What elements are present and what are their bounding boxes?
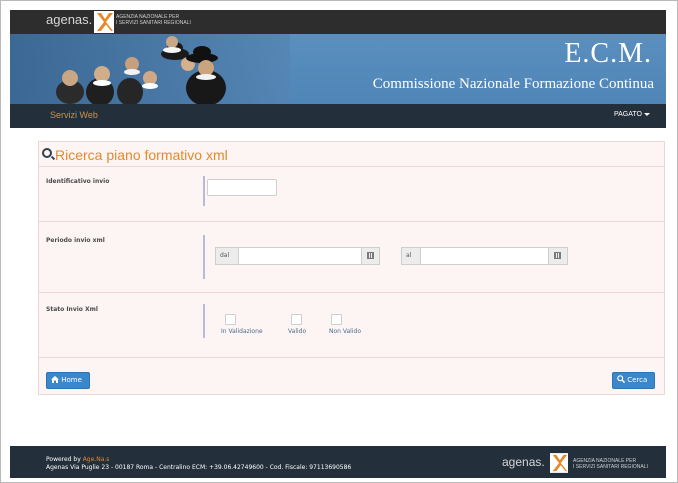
user-menu-dropdown[interactable]: PAGATO xyxy=(614,111,650,118)
user-menu-label: PAGATO xyxy=(613,111,642,118)
agenas-x-logo-icon xyxy=(550,453,568,473)
agenas-logo: agenas. xyxy=(46,12,93,27)
checkbox-non-valido[interactable] xyxy=(331,314,342,325)
row-divider xyxy=(203,176,205,206)
home-icon xyxy=(51,376,59,383)
row-stato: Stato Invio Xml In Validazione Valido No… xyxy=(39,294,664,358)
ecm-banner: E.C.M. Commissione Nazionale Formazione … xyxy=(10,34,666,104)
footer-agenas-subtitle: AGENZIA NAZIONALE PER I SERVIZI SANITARI… xyxy=(573,458,648,470)
calendar-icon xyxy=(554,252,561,259)
panel-title: Ricerca piano formativo xml xyxy=(55,147,228,163)
agenas-link[interactable]: Age.Na.s xyxy=(83,456,110,463)
footer-sub-line2: I SERVIZI SANITARI REGIONALI xyxy=(573,464,648,470)
dal-date-input[interactable] xyxy=(238,247,362,265)
agenas-x-logo-icon xyxy=(94,11,114,33)
panel-heading: Ricerca piano formativo xml xyxy=(39,142,664,167)
al-addon: al xyxy=(401,247,421,265)
painting-figures-icon xyxy=(56,36,226,104)
banner-painting-image xyxy=(10,34,290,104)
top-navbar: Servizi Web PAGATO xyxy=(10,104,666,128)
cerca-button-label: Cerca xyxy=(627,376,648,384)
home-button-label: Home xyxy=(61,376,82,384)
identificativo-input[interactable] xyxy=(207,179,277,196)
cerca-button[interactable]: Cerca xyxy=(612,372,655,389)
nav-brand-servizi-web[interactable]: Servizi Web xyxy=(50,110,98,120)
identificativo-label: Identificativo invio xyxy=(46,178,110,185)
banner-title: E.C.M. xyxy=(564,38,652,69)
row-divider xyxy=(203,235,205,279)
footer-powered-by: Powered by Age.Na.s xyxy=(46,456,109,463)
banner-subtitle: Commissione Nazionale Formazione Continu… xyxy=(372,76,654,92)
search-icon xyxy=(617,375,626,384)
periodo-label: Periodo invio xml xyxy=(46,237,105,244)
caret-down-icon xyxy=(644,112,650,116)
agenas-subtitle: AGENZIA NAZIONALE PER I SERVIZI SANITARI… xyxy=(116,14,191,26)
in-validazione-label: In Validazione xyxy=(221,328,263,335)
calendar-icon xyxy=(367,252,374,259)
al-date-input[interactable] xyxy=(420,247,549,265)
row-divider xyxy=(203,304,205,338)
agenas-sub-line2: I SERVIZI SANITARI REGIONALI xyxy=(116,20,191,26)
powered-by-text: Powered by xyxy=(46,456,81,463)
page-footer: Powered by Age.Na.s Agenas Via Puglie 23… xyxy=(10,446,666,478)
footer-address: Agenas Via Puglie 23 - 00187 Roma - Cent… xyxy=(46,464,352,471)
home-button[interactable]: Home xyxy=(46,372,90,389)
agenas-header: agenas. AGENZIA NAZIONALE PER I SERVIZI … xyxy=(10,10,666,34)
row-identificativo: Identificativo invio xyxy=(39,168,664,222)
dal-calendar-button[interactable] xyxy=(361,247,380,265)
footer-agenas-logo: agenas. xyxy=(502,455,545,469)
search-panel: Ricerca piano formativo xml Identificati… xyxy=(38,141,665,395)
page: agenas. AGENZIA NAZIONALE PER I SERVIZI … xyxy=(10,10,666,478)
al-calendar-button[interactable] xyxy=(548,247,568,265)
stato-label: Stato Invio Xml xyxy=(46,306,98,313)
valido-label: Valido xyxy=(288,328,307,335)
non-valido-label: Non Valido xyxy=(329,328,361,335)
checkbox-in-validazione[interactable] xyxy=(225,314,236,325)
search-icon xyxy=(42,148,52,158)
dal-addon: dal xyxy=(215,247,239,265)
checkbox-valido[interactable] xyxy=(291,314,302,325)
row-periodo: Periodo invio xml dal al xyxy=(39,223,664,293)
